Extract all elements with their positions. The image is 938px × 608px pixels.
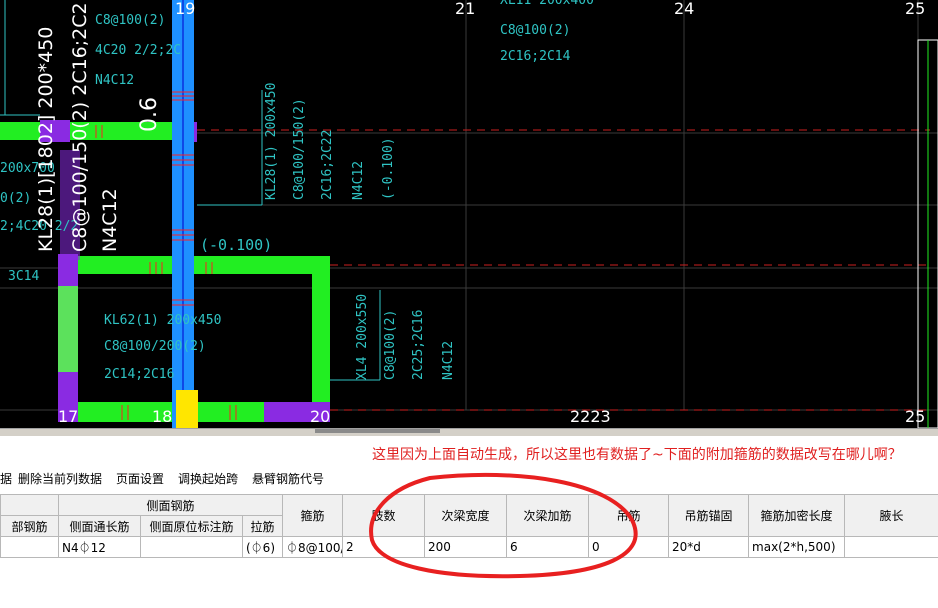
delete-column-data-button[interactable]: 删除当前列数据	[18, 470, 102, 487]
header-haunch-length: 腋长	[844, 494, 938, 537]
label-0-6: 0.6	[137, 97, 162, 132]
cell-tie-bar[interactable]: (⏀6)	[241, 536, 284, 558]
header-secondary-beam-width: 次梁宽度	[424, 494, 508, 537]
label-kl28-b: C8@100/150(2)	[292, 98, 307, 200]
table-header-group-row: 侧面钢筋 箍筋 肢数 次梁宽度 次梁加筋 吊筋 吊筋锚固 箍筋加密长度 腋长	[0, 494, 938, 537]
label-vertical-c8: C8@100/150(2) 2C16;2C2	[69, 2, 91, 252]
label-xl11-c: 2C16;2C14	[500, 49, 571, 64]
header-hanger-anchor: 吊筋锚固	[668, 494, 750, 537]
axis-number-17: 17	[58, 407, 78, 426]
axis-number-18: 18	[152, 407, 172, 426]
cad-drawing[interactable]: 19 21 24 25 17 18 20 2223 25 C8@100(2) 4…	[0, 0, 938, 428]
label-vertical-n4c12: N4C12	[99, 188, 121, 252]
label-xl11-b: C8@100(2)	[500, 23, 570, 38]
label-left-b: 0(2)	[0, 191, 31, 206]
label-top-left-a: C8@100(2)	[95, 13, 165, 28]
header-tie-bar: 拉筋	[241, 515, 284, 537]
page-setup-button[interactable]: 页面设置	[116, 470, 164, 487]
label-top-left-b: 4C20 2/2;2C	[95, 43, 181, 58]
axis-number-20: 20	[310, 407, 330, 426]
label-xl4-d: N4C12	[441, 341, 456, 380]
axis-number-24: 24	[674, 0, 694, 18]
cantilever-rebar-code-button[interactable]: 悬臂钢筋代号	[252, 470, 324, 487]
cell-side-through-bar[interactable]: N4⏀12	[58, 536, 141, 558]
cell-hanger-anchor[interactable]: 20*d	[668, 536, 750, 558]
label-3c14: 3C14	[8, 269, 39, 284]
header-stirrup-dense-length: 箍筋加密长度	[748, 494, 846, 537]
label-xl11-a: XL11 200x400	[500, 0, 594, 8]
cell-side-in-situ-bar[interactable]	[140, 536, 243, 558]
header-bottom-rebar: 部钢筋	[0, 515, 59, 537]
axis-number-21: 21	[455, 0, 475, 18]
axis-number-25-bottom: 25	[905, 407, 925, 426]
axis-number-19: 19	[175, 0, 195, 18]
splitter-grip[interactable]	[315, 429, 440, 433]
label-vertical-kl28: KL28(1)[1802] 200*450	[35, 27, 57, 252]
label-kl28-d: N4C12	[351, 161, 366, 200]
header-secondary-beam-extra: 次梁加筋	[506, 494, 590, 537]
label-top-left-c: N4C12	[95, 73, 134, 88]
header-cell-blank	[0, 494, 59, 516]
label-minus-0100: (-0.100)	[200, 236, 272, 254]
label-xl4-a: XL4 200x550	[355, 294, 370, 380]
toolbar-button-data[interactable]: 据	[0, 470, 12, 487]
cell-secondary-beam-extra[interactable]: 6	[506, 536, 590, 558]
header-side-in-situ-bar: 侧面原位标注筋	[140, 515, 243, 537]
swap-start-span-button[interactable]: 调换起始跨	[178, 470, 238, 487]
cell-haunch-length[interactable]	[844, 536, 938, 558]
cad-drawing-canvas[interactable]: 19 21 24 25 17 18 20 2223 25 C8@100(2) 4…	[0, 0, 938, 428]
axis-number-25-top: 25	[905, 0, 925, 18]
header-legs: 肢数	[342, 494, 426, 537]
header-side-through-bar: 侧面通长筋	[58, 515, 141, 537]
cell-bottom-rebar[interactable]	[0, 536, 59, 558]
cell-legs[interactable]: 2	[342, 536, 426, 558]
label-kl62-a: KL62(1) 200x450	[104, 313, 221, 328]
header-side-rebar-group: 侧面钢筋	[57, 494, 284, 516]
label-kl62-b: C8@100/200(2)	[104, 339, 206, 354]
table-row: N4⏀12 (⏀6) ⏀8@100/ 2 200 6 0 20*d max(2*…	[0, 536, 938, 558]
cell-secondary-beam-width[interactable]: 200	[424, 536, 508, 558]
axis-number-2223: 2223	[570, 407, 611, 426]
label-xl4-c: 2C25;2C16	[411, 310, 426, 380]
cell-hanger-bar[interactable]: 0	[588, 536, 670, 558]
label-xl4-b: C8@100(2)	[383, 310, 398, 380]
rebar-input-table: 侧面钢筋 箍筋 肢数 次梁宽度 次梁加筋 吊筋 吊筋锚固 箍筋加密长度 腋长 部…	[0, 494, 938, 558]
header-stirrup: 箍筋	[282, 494, 344, 537]
label-kl28-c: 2C16;2C22	[320, 130, 335, 200]
header-hanger-bar: 吊筋	[588, 494, 670, 537]
cell-stirrup[interactable]: ⏀8@100/	[282, 536, 344, 558]
label-kl28-e: (-0.100)	[381, 137, 396, 200]
cell-stirrup-dense-length[interactable]: max(2*h,500)	[748, 536, 846, 558]
label-kl28-a: KL28(1) 200x450	[264, 83, 279, 200]
user-annotation-note: 这里因为上面自动生成，所以这里也有数据了~下面的附加箍筋的数据改写在哪儿啊？	[372, 447, 902, 463]
label-kl62-c: 2C14;2C16	[104, 367, 174, 382]
